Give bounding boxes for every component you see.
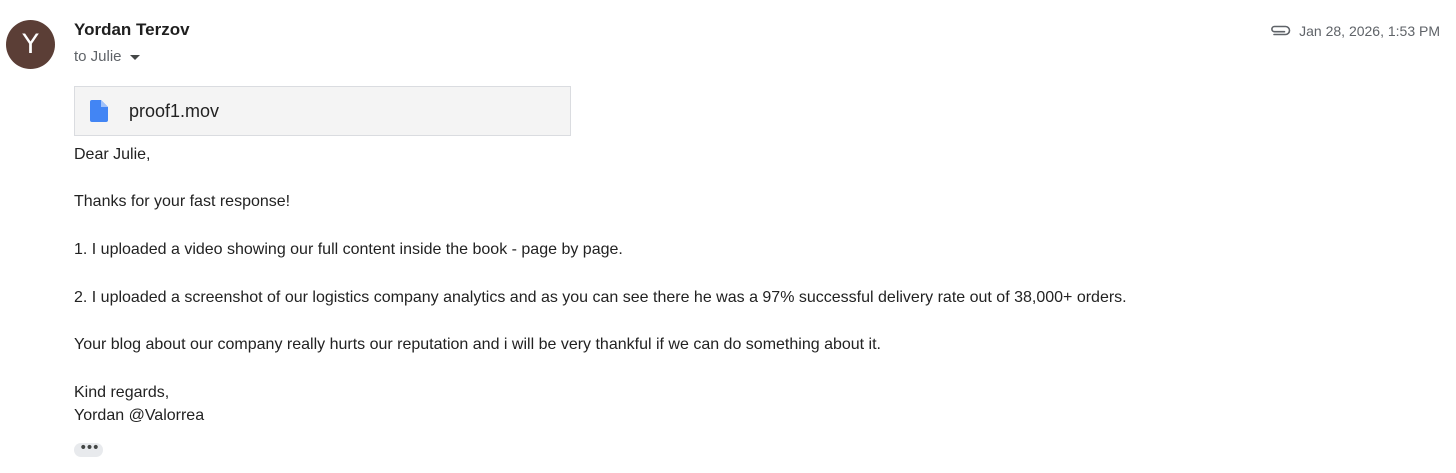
email-body-line: 1. I uploaded a video showing our full c… (74, 241, 623, 258)
attachment-chip[interactable]: proof1.mov (74, 86, 571, 136)
email-body-line: Thanks for your fast response! (74, 193, 291, 210)
email-signoff: Kind regards, (74, 384, 170, 401)
recipient-text: to Julie (74, 47, 122, 65)
recipient-details-toggle[interactable]: to Julie (74, 47, 140, 65)
attachment-file-name: proof1.mov (129, 100, 220, 121)
email-body-line: Your blog about our company really hurts… (74, 336, 881, 353)
message-meta: Jan 28, 2026, 1:53 PM (1268, 22, 1440, 40)
email-body-line: 2. I uploaded a screenshot of our logist… (74, 289, 1127, 306)
sender-name[interactable]: Yordan Terzov (74, 20, 190, 40)
email-greeting: Dear Julie, (74, 146, 151, 163)
more-horizontal-icon: ••• (79, 439, 100, 456)
email-signature: Yordan @Valorrea (74, 407, 205, 424)
file-icon (90, 100, 108, 122)
sender-avatar[interactable]: Y (6, 20, 55, 69)
message-date: Jan 28, 2026, 1:53 PM (1299, 23, 1440, 39)
caret-down-icon[interactable] (129, 54, 140, 60)
show-trimmed-content-button[interactable]: ••• (74, 439, 103, 457)
paperclip-icon (1271, 25, 1291, 36)
